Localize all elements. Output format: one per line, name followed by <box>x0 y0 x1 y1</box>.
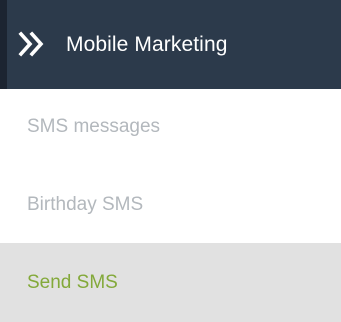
menu-header[interactable]: Mobile Marketing <box>0 0 341 89</box>
header-accent-bar <box>0 0 7 89</box>
menu-item-sms-messages[interactable]: SMS messages <box>0 89 341 167</box>
menu-item-send-sms[interactable]: Send SMS <box>0 243 341 322</box>
mobile-marketing-menu: Mobile Marketing SMS messages Birthday S… <box>0 0 341 322</box>
menu-item-birthday-sms[interactable]: Birthday SMS <box>0 167 341 243</box>
menu-header-title: Mobile Marketing <box>66 33 228 56</box>
double-chevron-right-icon <box>18 31 46 57</box>
